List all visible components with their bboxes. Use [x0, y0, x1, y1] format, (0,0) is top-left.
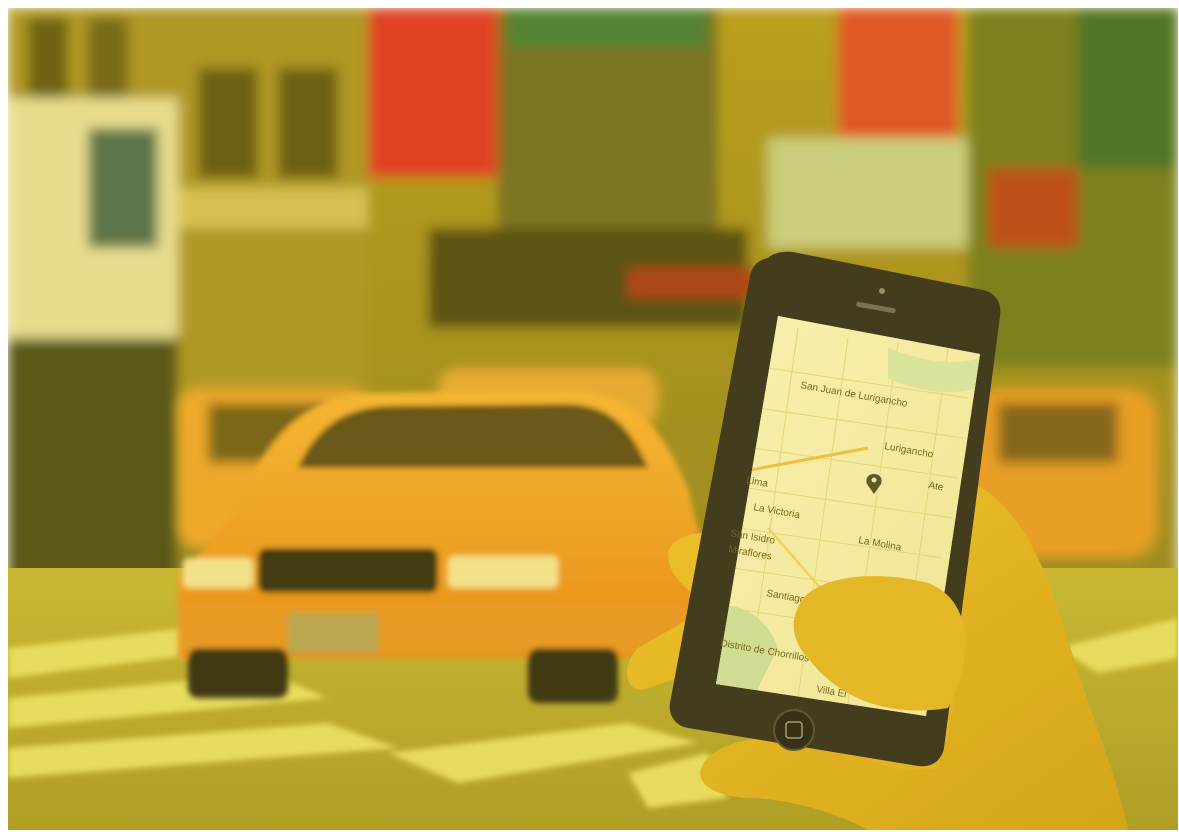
- photo-frame: San Juan de Lurigancho Lurigancho Lima L…: [8, 8, 1178, 830]
- street-scene-photo: San Juan de Lurigancho Lurigancho Lima L…: [8, 8, 1178, 830]
- color-filter-overlay: [8, 8, 1178, 830]
